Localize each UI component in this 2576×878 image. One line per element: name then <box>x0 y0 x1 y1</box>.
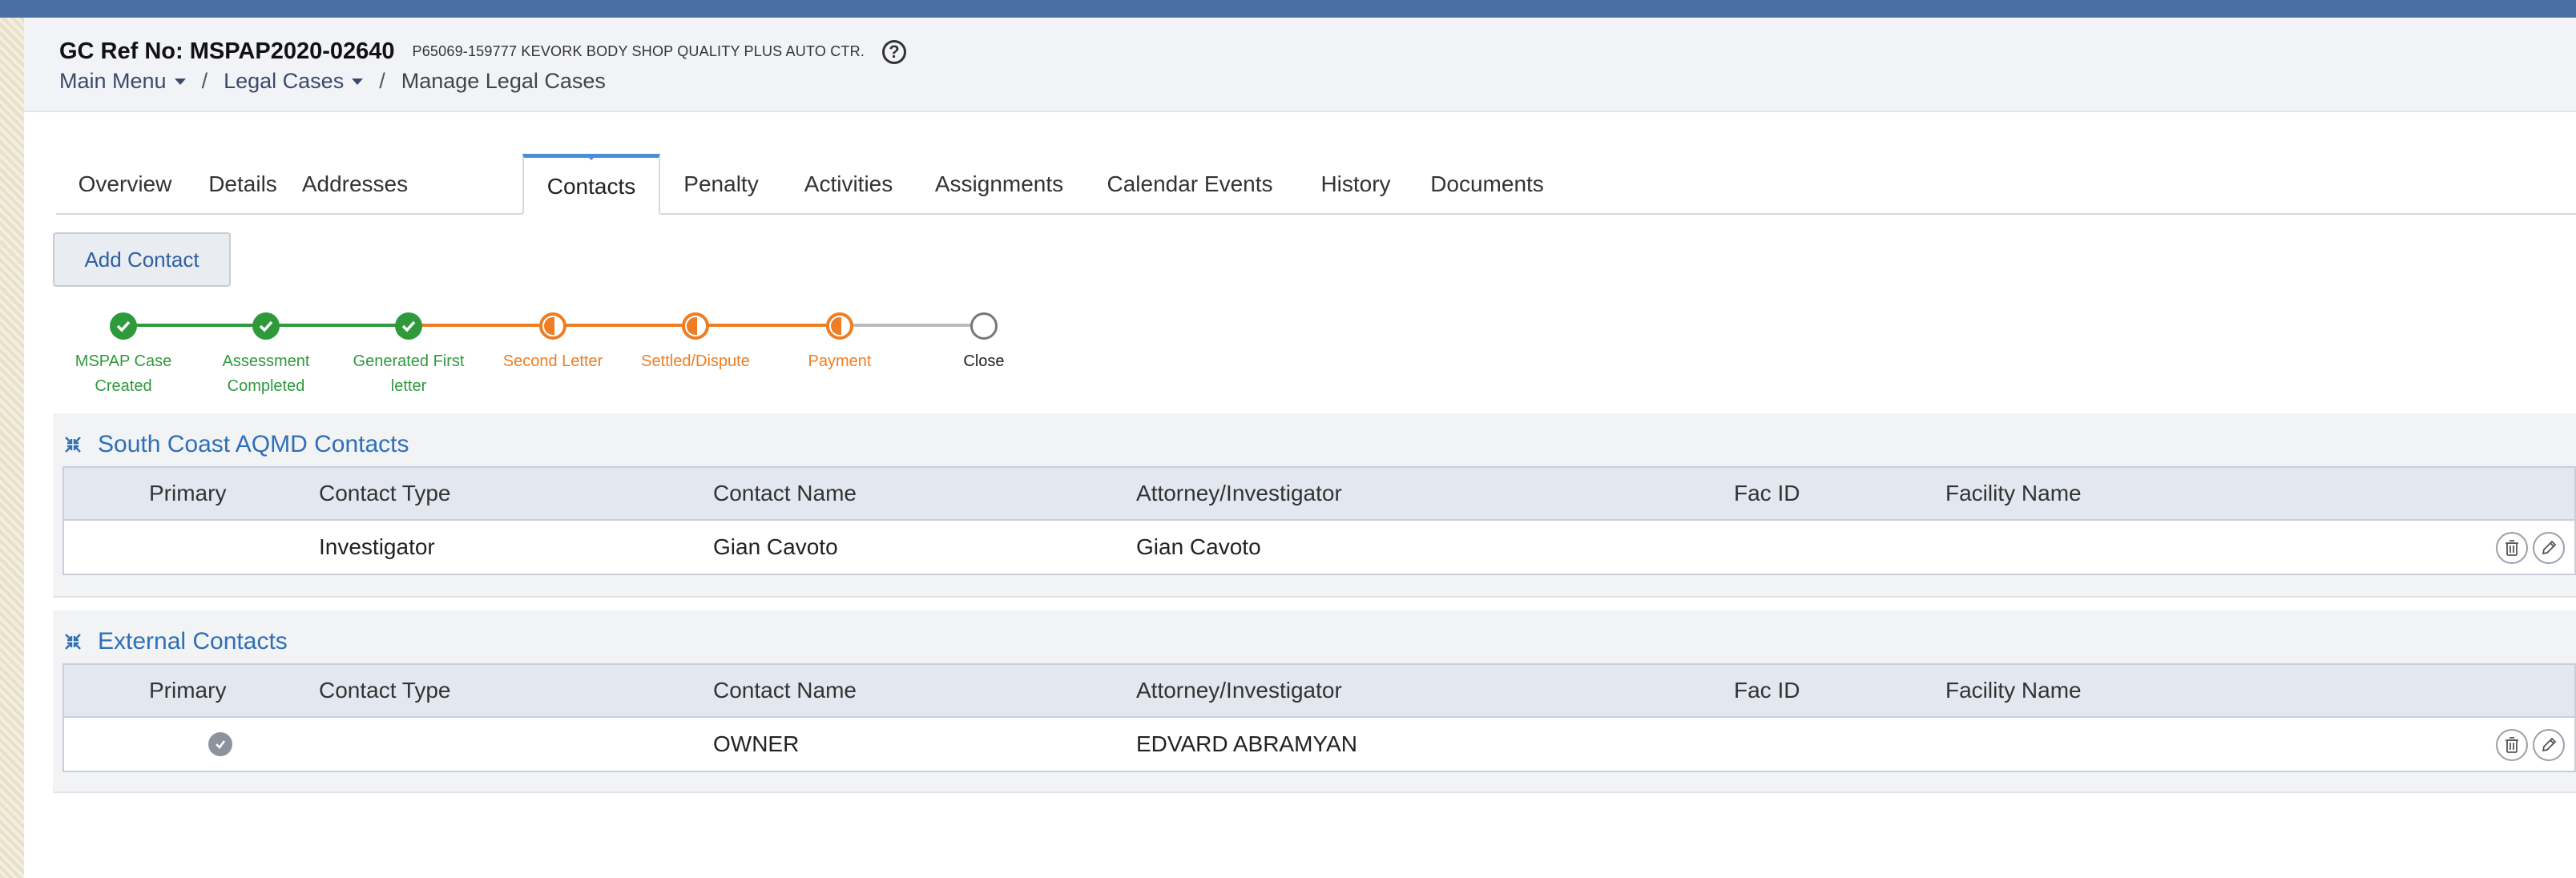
table-row[interactable]: OWNER EDVARD ABRAMYAN <box>64 718 2574 771</box>
tab-assignments[interactable]: Assignments <box>915 154 1083 213</box>
external-section-header[interactable]: External Contacts <box>62 628 288 655</box>
step-label: Settled/Dispute <box>641 352 750 370</box>
add-contact-button[interactable]: Add Contact <box>53 232 231 287</box>
column-header-facility-name[interactable]: Facility Name <box>1945 468 2082 519</box>
breadcrumb-main-menu-label: Main Menu <box>59 69 167 93</box>
tab-documents[interactable]: Documents <box>1415 154 1559 213</box>
column-header-fac-id[interactable]: Fac ID <box>1734 468 1800 519</box>
trash-icon[interactable] <box>2496 532 2528 564</box>
page-title: GC Ref No: MSPAP2020-02640 <box>59 38 395 64</box>
external-contacts-grid: Primary Contact Type Contact Name Attorn… <box>62 663 2576 772</box>
step-label-line1: Generated First <box>353 352 465 370</box>
tab-calendar-events[interactable]: Calendar Events <box>1083 154 1296 213</box>
aqmd-section-header[interactable]: South Coast AQMD Contacts <box>62 431 409 458</box>
page: GC Ref No: MSPAP2020-02640 P65069-159777… <box>24 18 2576 878</box>
row-actions <box>2496 532 2565 564</box>
step-assessment-completed: Assessment Completed <box>198 306 334 399</box>
half-circle-icon <box>826 312 853 340</box>
collapse-icon[interactable] <box>62 434 83 455</box>
breadcrumb-separator: / <box>379 69 385 93</box>
breadcrumb-current: Manage Legal Cases <box>401 69 606 93</box>
step-label: Assessment Completed <box>198 349 334 399</box>
collapse-icon[interactable] <box>62 631 83 652</box>
column-header-primary[interactable]: Primary <box>149 665 226 716</box>
step-mspap-case-created: MSPAP Case Created <box>55 306 191 399</box>
step-label: Close <box>963 352 1005 370</box>
step-label: Second Letter <box>502 352 603 370</box>
workflow-stepper: MSPAP Case Created Assessment Completed … <box>24 306 1066 418</box>
aqmd-contacts-section: South Coast AQMD Contacts Primary Contac… <box>53 413 2576 598</box>
half-circle-icon <box>682 312 709 340</box>
breadcrumb: Main Menu / Legal Cases / Manage Legal C… <box>59 69 606 94</box>
step-label-line2: Created <box>95 377 152 395</box>
step-label: MSPAP Case Created <box>55 349 191 399</box>
aqmd-contacts-grid: Primary Contact Type Contact Name Attorn… <box>62 466 2576 575</box>
step-second-letter: Second Letter <box>485 306 621 374</box>
tab-details[interactable]: Details <box>194 154 292 213</box>
primary-check-icon <box>208 732 232 756</box>
tab-addresses[interactable]: Addresses <box>292 154 418 213</box>
grid-header: Primary Contact Type Contact Name Attorn… <box>64 468 2574 521</box>
step-label-line2: Completed <box>227 377 305 395</box>
step-label-line2: letter <box>390 377 427 395</box>
column-header-attorney[interactable]: Attorney/Investigator <box>1136 665 1342 716</box>
grid-header: Primary Contact Type Contact Name Attorn… <box>64 665 2574 718</box>
help-icon[interactable]: ? <box>882 39 907 64</box>
tab-bar: Overview Details Addresses Contacts Pena… <box>56 154 2576 215</box>
cell-attorney: Gian Cavoto <box>1136 534 1261 559</box>
step-label-line1: MSPAP Case <box>75 352 172 370</box>
half-circle-icon <box>539 312 566 340</box>
step-close: Close <box>916 306 1052 374</box>
step-payment: Payment <box>772 306 908 374</box>
table-row[interactable]: Investigator Gian Cavoto Gian Cavoto <box>64 521 2574 574</box>
step-settled-dispute: Settled/Dispute <box>627 306 764 374</box>
column-header-contact-type[interactable]: Contact Type <box>319 665 450 716</box>
column-header-primary[interactable]: Primary <box>149 468 226 519</box>
column-header-facility-name[interactable]: Facility Name <box>1945 665 2082 716</box>
caret-down-icon <box>352 78 364 85</box>
column-header-contact-type[interactable]: Contact Type <box>319 468 450 519</box>
trash-icon[interactable] <box>2496 729 2528 761</box>
step-label: Payment <box>808 352 872 370</box>
empty-circle-icon <box>970 312 998 340</box>
breadcrumb-main-menu[interactable]: Main Menu <box>59 69 186 94</box>
pencil-icon[interactable] <box>2533 532 2565 564</box>
cell-contact-name: OWNER <box>713 731 800 756</box>
breadcrumb-legal-cases-label: Legal Cases <box>224 69 345 93</box>
column-header-contact-name[interactable]: Contact Name <box>713 468 857 519</box>
check-icon <box>110 312 137 340</box>
facility-subtitle: P65069-159777 KEVORK BODY SHOP QUALITY P… <box>412 43 865 59</box>
tab-penalty[interactable]: Penalty <box>660 154 782 213</box>
check-icon <box>395 312 422 340</box>
external-contacts-section: External Contacts Primary Contact Type C… <box>53 610 2576 793</box>
decorative-side-strip <box>0 0 24 878</box>
cell-contact-name: Gian Cavoto <box>713 534 838 559</box>
top-bar <box>0 0 2576 18</box>
tab-contacts[interactable]: Contacts <box>522 154 660 215</box>
caret-down-icon <box>174 78 186 85</box>
help-glyph: ? <box>889 41 900 62</box>
step-label-line1: Assessment <box>222 352 310 370</box>
section-title: South Coast AQMD Contacts <box>98 431 409 457</box>
step-generated-first-letter: Generated First letter <box>341 306 477 399</box>
title-row: GC Ref No: MSPAP2020-02640 P65069-159777… <box>59 38 907 65</box>
column-header-contact-name[interactable]: Contact Name <box>713 665 857 716</box>
section-title: External Contacts <box>98 628 288 654</box>
check-icon <box>252 312 280 340</box>
cell-attorney: EDVARD ABRAMYAN <box>1136 731 1357 756</box>
cell-contact-type: Investigator <box>319 534 435 559</box>
active-tab-indicator <box>585 154 598 160</box>
column-header-fac-id[interactable]: Fac ID <box>1734 665 1800 716</box>
step-label: Generated First letter <box>341 349 477 399</box>
tab-activities[interactable]: Activities <box>782 154 915 213</box>
breadcrumb-legal-cases[interactable]: Legal Cases <box>224 69 364 94</box>
row-actions <box>2496 729 2565 761</box>
tab-contacts-label: Contacts <box>546 174 636 199</box>
page-header: GC Ref No: MSPAP2020-02640 P65069-159777… <box>24 18 2576 112</box>
tab-history[interactable]: History <box>1296 154 1415 213</box>
pencil-icon[interactable] <box>2533 729 2565 761</box>
tab-overview[interactable]: Overview <box>56 154 194 213</box>
breadcrumb-separator: / <box>201 69 208 93</box>
column-header-attorney[interactable]: Attorney/Investigator <box>1136 468 1342 519</box>
